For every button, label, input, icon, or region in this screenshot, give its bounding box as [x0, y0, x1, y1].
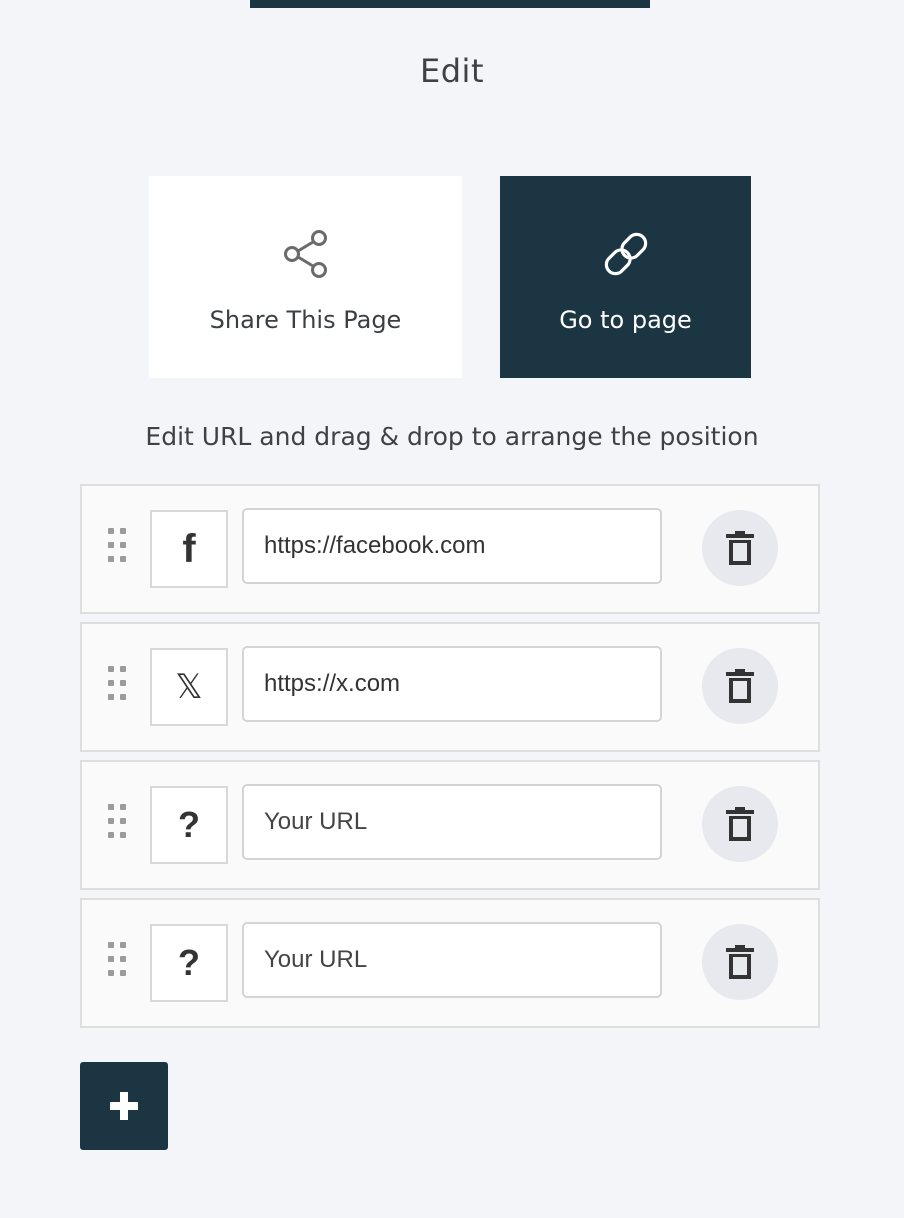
drag-handle-icon[interactable] — [108, 942, 130, 976]
link-icon — [598, 226, 654, 282]
delete-button[interactable] — [702, 786, 778, 862]
delete-button[interactable] — [702, 510, 778, 586]
trash-icon — [726, 531, 754, 565]
share-icon — [278, 226, 334, 282]
plus-icon — [110, 1092, 138, 1120]
share-this-page-label: Share This Page — [209, 306, 402, 334]
trash-icon — [726, 807, 754, 841]
instructions-text: Edit URL and drag & drop to arrange the … — [145, 422, 759, 451]
delete-button[interactable] — [702, 648, 778, 724]
url-input[interactable] — [242, 508, 662, 584]
x-icon: 𝕏 — [175, 667, 203, 707]
add-link-button[interactable] — [80, 1062, 168, 1150]
network-selector[interactable]: ? — [150, 786, 228, 864]
go-to-page-button[interactable]: Go to page — [500, 176, 751, 378]
delete-button[interactable] — [702, 924, 778, 1000]
question-icon: ? — [178, 942, 200, 983]
trash-icon — [726, 945, 754, 979]
link-row-x[interactable]: 𝕏 — [80, 622, 820, 752]
drag-handle-icon[interactable] — [108, 804, 130, 838]
link-row-unknown[interactable]: ? — [80, 760, 820, 890]
link-row-facebook[interactable]: f — [80, 484, 820, 614]
trash-icon — [726, 669, 754, 703]
url-input[interactable] — [242, 646, 662, 722]
question-icon: ? — [178, 804, 200, 845]
network-selector[interactable]: f — [150, 510, 228, 588]
top-bar — [250, 0, 650, 8]
network-selector[interactable]: 𝕏 — [150, 648, 228, 726]
drag-handle-icon[interactable] — [108, 666, 130, 700]
drag-handle-icon[interactable] — [108, 528, 130, 562]
url-input[interactable] — [242, 922, 662, 998]
share-this-page-button[interactable]: Share This Page — [149, 176, 462, 378]
network-selector[interactable]: ? — [150, 924, 228, 1002]
page-title: Edit — [420, 52, 484, 90]
go-to-page-label: Go to page — [559, 306, 692, 334]
link-row-unknown[interactable]: ? — [80, 898, 820, 1028]
facebook-icon: f — [182, 526, 196, 571]
url-input[interactable] — [242, 784, 662, 860]
